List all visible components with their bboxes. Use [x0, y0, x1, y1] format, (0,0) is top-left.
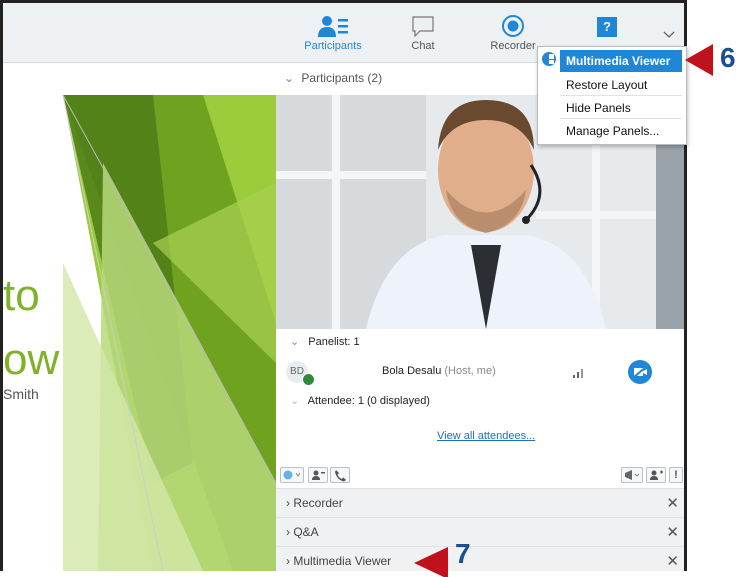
phone-icon — [335, 470, 346, 482]
chevron-down-icon: ⌄ — [284, 71, 295, 85]
slide-graphic — [62, 94, 276, 571]
panel-recorder[interactable]: › Recorder ✕ — [276, 488, 684, 517]
participants-toolbar-label: Participants — [304, 40, 362, 52]
megaphone-icon — [625, 470, 640, 480]
assign-role-button[interactable] — [308, 467, 328, 483]
panel-qa-label: Q&A — [293, 525, 319, 539]
chevron-right-icon: › — [286, 496, 290, 510]
chevron-right-icon: › — [286, 554, 290, 568]
status-icon — [283, 470, 301, 480]
panelist-name: Bola Desalu — [382, 365, 442, 377]
chevron-right-icon: › — [286, 525, 290, 539]
panel-multimedia-viewer[interactable]: › Multimedia Viewer ✕ — [276, 546, 684, 571]
close-icon[interactable]: ✕ — [666, 523, 679, 541]
add-user-button[interactable] — [646, 467, 666, 483]
panelist-header-label: Panelist: 1 — [308, 336, 360, 348]
chat-toolbar-button[interactable]: Chat — [383, 13, 463, 52]
attendee-header-label: Attendee: 1 (0 displayed) — [307, 395, 430, 407]
participant-mini-toolbar: ! — [280, 467, 683, 485]
close-icon[interactable]: ✕ — [666, 494, 679, 512]
panel-multimedia-viewer-label: Multimedia Viewer — [293, 554, 392, 568]
video-off-button[interactable] — [628, 360, 652, 384]
menu-item-hide-panels[interactable]: Hide Panels — [560, 97, 682, 119]
view-all-attendees-link[interactable]: View all attendees... — [437, 426, 535, 444]
callout-arrow-7 — [414, 547, 448, 577]
video-off-icon — [633, 366, 647, 378]
exclamation-icon: ! — [674, 469, 678, 481]
alert-button[interactable]: ! — [669, 467, 683, 483]
phone-button[interactable] — [330, 467, 350, 483]
panelist-role: (Host, me) — [444, 365, 496, 377]
panel-qa[interactable]: › Q&A ✕ — [276, 517, 684, 546]
status-dropdown-button[interactable] — [280, 467, 304, 483]
slide-title-line-2: ow — [3, 335, 60, 384]
chat-icon — [412, 16, 434, 38]
signal-strength-icon — [573, 369, 583, 378]
presentation-slide: to ow Smith — [3, 63, 277, 571]
panelist-name-line: Bola Desalu (Host, me) — [382, 365, 496, 377]
participants-header-label: Participants (2) — [301, 71, 383, 85]
assign-role-icon — [312, 470, 325, 480]
chat-toolbar-label: Chat — [411, 40, 435, 52]
slide-author: Smith — [3, 386, 39, 402]
help-icon[interactable]: ? — [597, 17, 617, 37]
view-all-attendees-label: View all attendees... — [437, 430, 536, 442]
record-icon — [502, 15, 524, 37]
participants-icon — [318, 16, 348, 37]
slide-title-line-1: to — [3, 271, 40, 320]
close-icon[interactable]: ✕ — [666, 552, 679, 570]
callout-number-6: 6 — [720, 42, 736, 73]
chevron-down-icon: ⌄ — [290, 336, 300, 348]
callout-arrow-6 — [685, 44, 713, 76]
multimedia-viewer-icon — [542, 52, 556, 66]
status-badge — [302, 373, 315, 386]
menu-item-multimedia-viewer[interactable]: Multimedia Viewer — [560, 50, 682, 72]
callout-number-7: 7 — [455, 538, 471, 569]
panelist-row[interactable]: BD Bola Desalu (Host, me) — [276, 359, 684, 386]
recorder-toolbar-label: Recorder — [490, 40, 536, 52]
participants-toolbar-button[interactable]: Participants — [293, 13, 373, 52]
add-user-icon — [650, 470, 663, 480]
chevron-down-icon[interactable] — [663, 31, 675, 39]
attendee-header[interactable]: ⌄ Attendee: 1 (0 displayed) — [290, 394, 430, 407]
panelist-header[interactable]: ⌄ Panelist: 1 — [290, 335, 360, 348]
menu-item-restore-layout[interactable]: Restore Layout — [560, 74, 682, 96]
panel-recorder-label: Recorder — [293, 496, 343, 510]
panel-options-menu: Multimedia Viewer Restore Layout Hide Pa… — [537, 46, 687, 145]
menu-item-manage-panels[interactable]: Manage Panels... — [560, 120, 682, 142]
participants-header[interactable]: ⌄ Participants (2) — [284, 71, 382, 85]
chevron-down-icon: ⌄ — [290, 395, 300, 407]
announce-button[interactable] — [621, 467, 643, 483]
